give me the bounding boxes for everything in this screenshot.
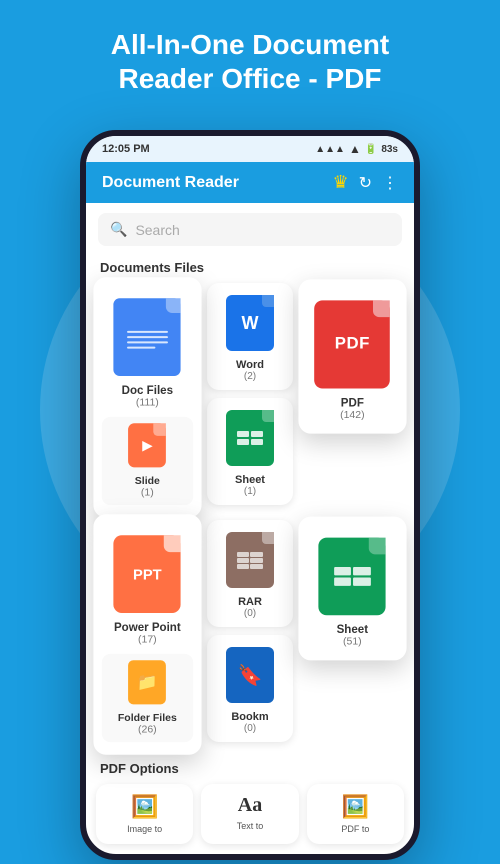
battery-icon: 🔋 bbox=[365, 144, 377, 155]
search-icon: 🔍 bbox=[110, 221, 127, 238]
image-to-label: Image to bbox=[127, 824, 162, 834]
pdf-count: (142) bbox=[340, 410, 365, 422]
sheet-small-icon bbox=[226, 410, 274, 466]
pdf-options-title: PDF Options bbox=[86, 755, 414, 780]
slide-count: (1) bbox=[141, 487, 154, 499]
pdf-card[interactable]: PDF PDF (142) bbox=[299, 279, 407, 433]
hero-title: All-In-One Document Reader Office - PDF bbox=[0, 0, 500, 115]
phone-mockup: 12:05 PM ▲▲▲ ▲ 🔋 83s Document Reader ♛ ↻… bbox=[30, 130, 470, 864]
slide-label: Slide bbox=[135, 476, 160, 488]
pdf-icon: PDF bbox=[315, 300, 391, 388]
pdf-to-card[interactable]: 🖼️ PDF to bbox=[307, 784, 404, 844]
image-to-icon: 🖼️ bbox=[131, 794, 158, 820]
doc-files-label: Doc Files bbox=[122, 384, 173, 397]
text-to-card[interactable]: Aa Text to bbox=[201, 784, 298, 844]
pdf-label-text: PDF bbox=[341, 397, 364, 410]
word-icon: W bbox=[226, 295, 274, 351]
sheet-small-label: Sheet bbox=[235, 474, 265, 486]
status-icons: ▲▲▲ ▲ 🔋 83s bbox=[315, 142, 398, 156]
phone-frame: 12:05 PM ▲▲▲ ▲ 🔋 83s Document Reader ♛ ↻… bbox=[80, 130, 420, 860]
sheet-large-icon bbox=[319, 538, 386, 616]
rar-icon bbox=[226, 532, 274, 588]
file-grid-row2: PPT Power Point (17) 📁 Folder Files (26) bbox=[86, 520, 414, 755]
folder-label: Folder Files bbox=[118, 713, 177, 725]
ppt-card[interactable]: PPT Power Point (17) 📁 Folder Files (26) bbox=[93, 514, 201, 754]
search-bar[interactable]: 🔍 Search bbox=[98, 213, 402, 246]
doc-icon bbox=[114, 298, 181, 376]
folder-count: (26) bbox=[138, 724, 157, 736]
ppt-label-text: Power Point bbox=[114, 621, 181, 634]
word-card[interactable]: W Word (2) bbox=[207, 283, 294, 390]
wifi-icon: ▲ bbox=[349, 142, 361, 156]
slide-icon: ▶ bbox=[128, 423, 166, 467]
sheet-large-card[interactable]: Sheet (51) bbox=[299, 517, 407, 661]
word-count: (2) bbox=[244, 371, 256, 382]
sheet-small-count: (1) bbox=[244, 486, 256, 497]
file-grid: Doc Files (111) ▶ Slide (1) bbox=[86, 283, 414, 520]
middle-column: W Word (2) bbox=[207, 283, 294, 505]
app-bar-actions: ♛ ↻ ⋮ bbox=[332, 172, 398, 193]
sheet-small-card[interactable]: Sheet (1) bbox=[207, 398, 294, 505]
sheet-large-label: Sheet bbox=[337, 624, 368, 637]
pdf-to-icon: 🖼️ bbox=[342, 794, 369, 820]
search-input[interactable]: Search bbox=[135, 222, 179, 238]
bookmark-card[interactable]: 🔖 Bookm (0) bbox=[207, 635, 294, 742]
rar-label: RAR bbox=[238, 596, 262, 608]
folder-mini-card[interactable]: 📁 Folder Files (26) bbox=[102, 654, 193, 742]
battery-pct: 83s bbox=[381, 144, 398, 155]
app-bar: Document Reader ♛ ↻ ⋮ bbox=[86, 162, 414, 203]
folder-icon: 📁 bbox=[128, 660, 166, 704]
text-to-label: Text to bbox=[237, 821, 264, 831]
slide-mini-card[interactable]: ▶ Slide (1) bbox=[102, 417, 193, 505]
rar-count: (0) bbox=[244, 608, 256, 619]
refresh-icon[interactable]: ↻ bbox=[359, 173, 372, 193]
signal-icon: ▲▲▲ bbox=[315, 144, 345, 155]
status-time: 12:05 PM bbox=[102, 143, 150, 155]
bookmark-count: (0) bbox=[244, 723, 256, 734]
middle-column-2: RAR (0) 🔖 Bookm (0) bbox=[207, 520, 294, 742]
doc-files-card[interactable]: Doc Files (111) ▶ Slide (1) bbox=[93, 277, 201, 517]
bookmark-label: Bookm bbox=[231, 711, 268, 723]
word-label: Word bbox=[236, 359, 264, 371]
text-to-icon: Aa bbox=[238, 794, 262, 817]
rar-card[interactable]: RAR (0) bbox=[207, 520, 294, 627]
sheet-large-count: (51) bbox=[343, 636, 362, 648]
status-bar: 12:05 PM ▲▲▲ ▲ 🔋 83s bbox=[86, 136, 414, 162]
doc-files-count: (111) bbox=[136, 397, 159, 409]
app-bar-title: Document Reader bbox=[102, 174, 239, 192]
pdf-options-row: 🖼️ Image to Aa Text to 🖼️ PDF to bbox=[86, 780, 414, 854]
more-icon[interactable]: ⋮ bbox=[382, 173, 398, 193]
ppt-count: (17) bbox=[138, 634, 157, 646]
ppt-icon: PPT bbox=[114, 535, 181, 613]
image-to-card[interactable]: 🖼️ Image to bbox=[96, 784, 193, 844]
crown-icon[interactable]: ♛ bbox=[332, 172, 348, 193]
bookmark-icon: 🔖 bbox=[226, 647, 274, 703]
pdf-to-label: PDF to bbox=[341, 824, 369, 834]
